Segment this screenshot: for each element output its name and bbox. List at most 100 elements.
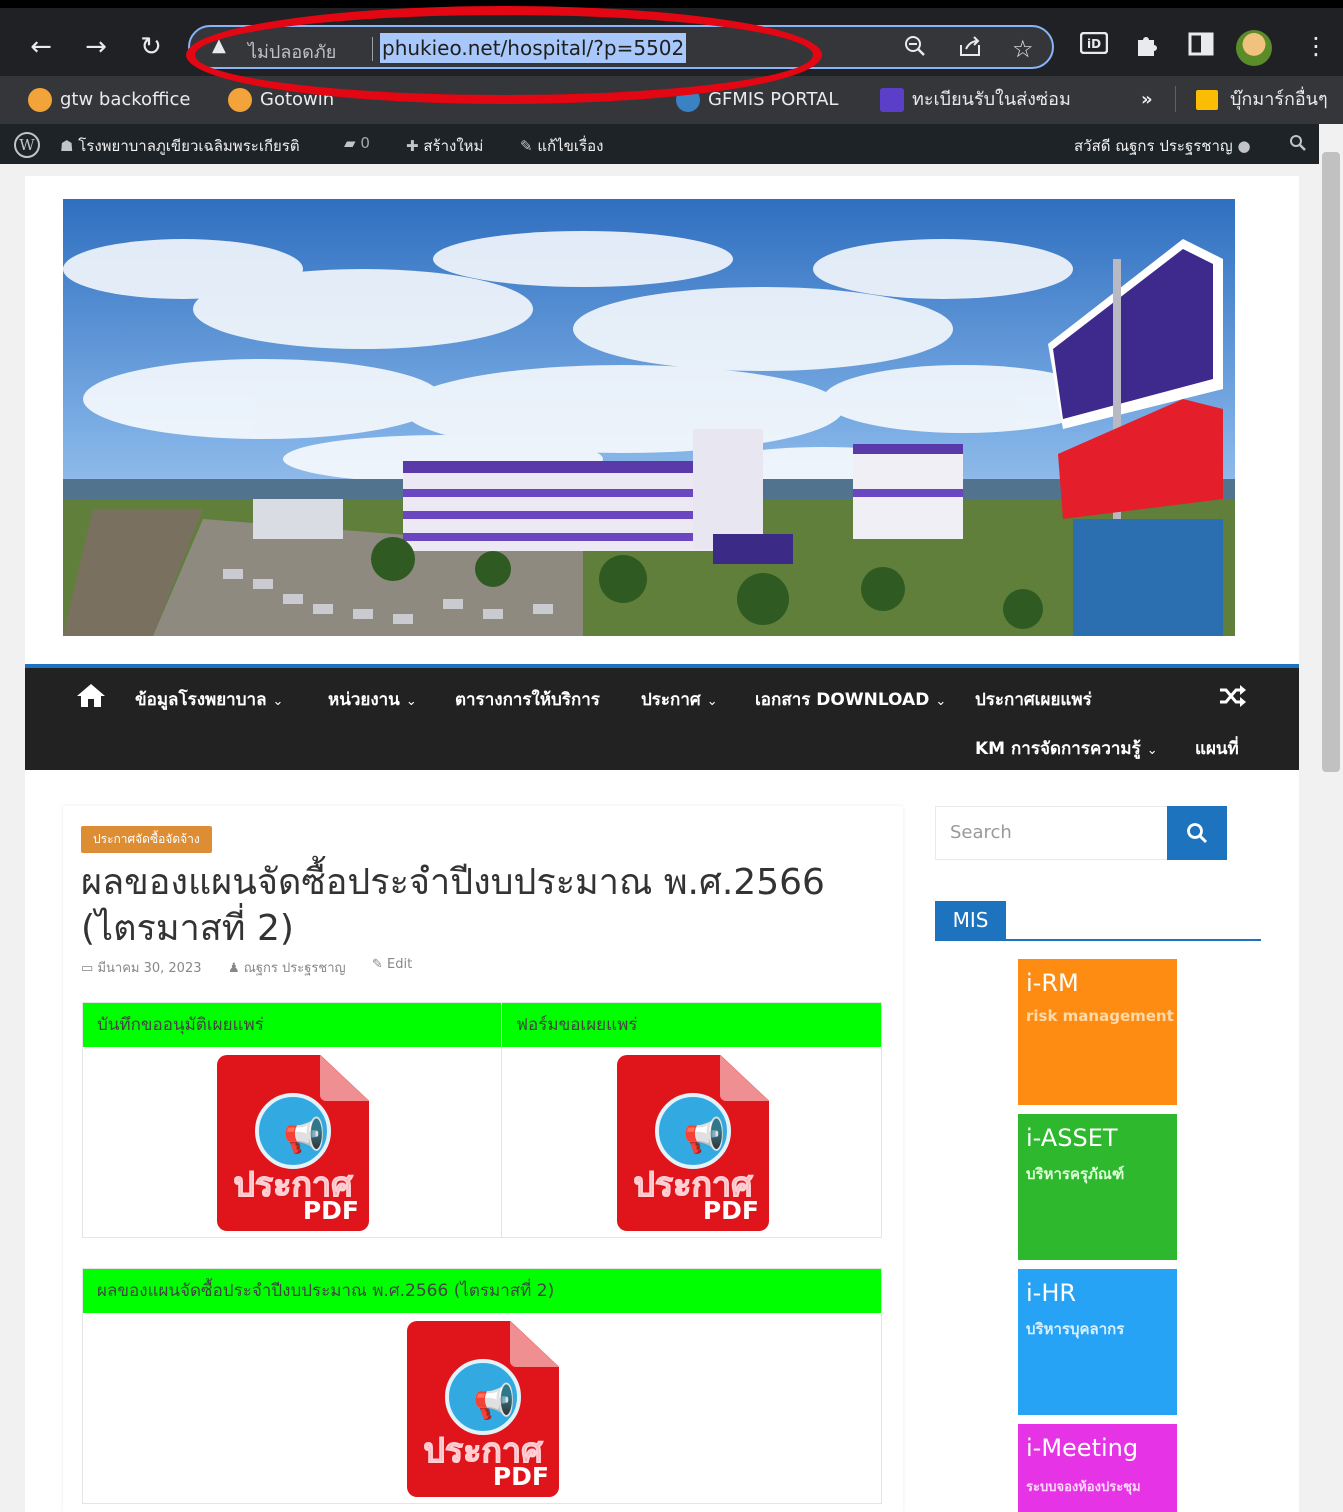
nav-item-map[interactable]: แผนที่	[1195, 735, 1239, 762]
wp-edit-post-link[interactable]: ✎ แก้ไขเรื่อง	[520, 134, 603, 158]
nav-label: หน่วยงาน	[328, 690, 400, 710]
goto-icon	[28, 88, 52, 112]
user-icon: ♟	[228, 961, 240, 976]
bookmarks-more-button[interactable]: »	[1141, 87, 1153, 113]
tile-i-rm[interactable]: i-RM risk management	[1018, 959, 1177, 1105]
reload-icon[interactable]: ↻	[134, 30, 168, 64]
search-button[interactable]	[1167, 806, 1227, 860]
edit-label: แก้ไขเรื่อง	[537, 137, 604, 155]
nav-item-service-schedule[interactable]: ตารางการให้บริการ	[455, 686, 600, 713]
chevron-down-icon: ⌄	[272, 694, 284, 709]
profile-avatar[interactable]	[1236, 30, 1272, 66]
tile-subtitle: ระบบจองห้องประชุม	[1026, 1480, 1141, 1495]
tile-i-meeting[interactable]: i-Meeting ระบบจองห้องประชุม	[1018, 1424, 1177, 1512]
bookmark-gtw-backoffice[interactable]: gtw backoffice	[28, 87, 190, 113]
pdf-download-link[interactable]: 📢 ประกาศ PDF	[617, 1055, 769, 1231]
security-label[interactable]: ไม่ปลอดภัย	[248, 37, 336, 66]
nav-item-publications[interactable]: ประกาศเผยแพร่	[975, 686, 1092, 713]
zoom-icon[interactable]	[904, 35, 926, 63]
table-header-publish-form: ฟอร์มขอเผยแพร่	[502, 1003, 881, 1047]
tile-i-hr[interactable]: i-HR บริหารบุคลากร	[1018, 1269, 1177, 1415]
tile-name: i-ASSET	[1026, 1124, 1118, 1152]
user-icon: ●	[1237, 137, 1251, 155]
bookmark-label: GFMIS PORTAL	[708, 89, 839, 110]
wp-site-name-link[interactable]: ☗ โรงพยาบาลภูเขียวเฉลิมพระเกียรติ	[60, 134, 300, 158]
nav-label: KM การจัดการความรู้	[975, 739, 1141, 759]
table-divider	[501, 1003, 502, 1237]
pdf-icon-label: PDF	[302, 1196, 359, 1225]
nav-item-departments[interactable]: หน่วยงาน ⌄	[328, 686, 417, 713]
random-post-icon[interactable]	[1218, 684, 1246, 713]
puzzle-icon[interactable]	[1134, 32, 1160, 64]
edit-icon: ✎	[372, 957, 383, 972]
nav-label: ข้อมูลโรงพยาบาล	[135, 690, 267, 710]
wp-comments-link[interactable]: ▰ 0	[344, 134, 370, 152]
category-badge[interactable]: ประกาศจัดซื้อจัดจ้าง	[81, 826, 212, 853]
calendar-icon: ▭	[81, 961, 94, 976]
share-icon[interactable]	[958, 35, 982, 63]
bookmark-gfmis-portal[interactable]: GFMIS PORTAL	[676, 87, 838, 113]
page-scrollbar-thumb[interactable]	[1322, 152, 1340, 772]
bookmark-gotowin[interactable]: Gotowin	[228, 87, 334, 113]
bookmark-label: gtw backoffice	[60, 89, 191, 110]
pdf-icon-label: PDF	[492, 1462, 549, 1491]
post-date[interactable]: ▭ มีนาคม 30, 2023	[81, 957, 201, 978]
menu-icon[interactable]: ⋮	[1304, 32, 1328, 60]
header-image	[63, 199, 1235, 636]
nav-label: แผนที่	[1195, 739, 1239, 759]
nav-item-hospital-info[interactable]: ข้อมูลโรงพยาบาล ⌄	[135, 686, 283, 713]
back-arrow-icon[interactable]: ←	[24, 30, 58, 64]
id-extension-icon[interactable]: iD	[1079, 31, 1109, 60]
nav-label: ตารางการให้บริการ	[455, 690, 600, 710]
bookmark-label: Gotowin	[260, 89, 335, 110]
home-icon[interactable]	[75, 682, 107, 715]
bookmark-repair-register[interactable]: ทะเบียนรับในส่งซ่อม	[880, 87, 1071, 113]
post-author-text: ณฐกร ประฐรชาญ	[243, 961, 346, 976]
pdf-icon-label: PDF	[702, 1196, 759, 1225]
table-header-procurement-result: ผลของแผนจัดซื้อประจำปีงบประมาณ พ.ศ.2566 …	[83, 1269, 881, 1313]
pdf-download-link[interactable]: 📢 ประกาศ PDF	[407, 1321, 559, 1497]
star-icon[interactable]: ☆	[1012, 35, 1034, 63]
bookmarks-separator	[1175, 86, 1176, 112]
url-text[interactable]: phukieo.net/hospital/?p=5502	[380, 33, 687, 63]
folder-icon	[1196, 90, 1218, 110]
nav-item-downloads[interactable]: เอกสาร DOWNLOAD ⌄	[755, 686, 946, 713]
chevron-down-icon: ⌄	[935, 694, 947, 709]
nav-item-announcements[interactable]: ประกาศ ⌄	[641, 686, 718, 713]
warning-icon[interactable]: ▲	[212, 35, 226, 56]
post-edit-link[interactable]: ✎ Edit	[372, 957, 412, 972]
megaphone-icon: 📢	[473, 1382, 516, 1422]
forward-arrow-icon[interactable]: →	[79, 30, 113, 64]
tile-subtitle: บริหารบุคลากร	[1026, 1320, 1125, 1338]
bookmark-label: ทะเบียนรับในส่งซ่อม	[912, 89, 1071, 110]
chevron-down-icon: ⌄	[1146, 743, 1158, 758]
post-author[interactable]: ♟ ณฐกร ประฐรชาญ	[228, 957, 346, 978]
nav-label: ประกาศเผยแพร่	[975, 690, 1092, 710]
wp-new-content-link[interactable]: ✚ สร้างใหม่	[406, 134, 483, 158]
wordpress-logo-icon[interactable]: W	[14, 132, 40, 158]
address-bar[interactable]: ▲ ไม่ปลอดภัย phukieo.net/hospital/?p=550…	[188, 25, 1054, 69]
wp-search-icon[interactable]	[1289, 134, 1307, 156]
search-icon	[1187, 823, 1208, 844]
greeting-label: สวัสดี ณฐกร ประฐรชาญ	[1074, 137, 1233, 155]
table-header-approval-memo: บันทึกขออนุมัติเผยแพร่	[83, 1003, 501, 1047]
tile-name: i-Meeting	[1026, 1434, 1139, 1462]
tile-i-asset[interactable]: i-ASSET บริหารครุภัณฑ์	[1018, 1114, 1177, 1260]
chevron-down-icon: ⌄	[405, 694, 417, 709]
nav-item-km[interactable]: KM การจัดการความรู้ ⌄	[975, 735, 1158, 762]
sidepanel-icon[interactable]	[1188, 32, 1214, 62]
chevron-down-icon: ⌄	[706, 694, 718, 709]
bookmarks-bar: gtw backoffice Gotowin GFMIS PORTAL ทะเบ…	[0, 76, 1343, 124]
tab-strip	[0, 0, 1343, 8]
wp-my-account-link[interactable]: สวัสดี ณฐกร ประฐรชาญ ●	[1074, 134, 1251, 158]
goto-icon	[228, 88, 252, 112]
nav-label: เอกสาร DOWNLOAD	[755, 690, 930, 710]
svg-text:iD: iD	[1087, 37, 1101, 51]
other-bookmarks-folder[interactable]: บุ๊กมาร์กอื่นๆ	[1196, 87, 1328, 113]
browser-toolbar: ← → ↻ ▲ ไม่ปลอดภัย phukieo.net/hospital/…	[0, 0, 1343, 104]
search-input[interactable]: Search	[935, 806, 1168, 860]
tile-subtitle: risk management	[1026, 1007, 1174, 1025]
comments-count: 0	[360, 134, 370, 152]
pdf-download-link[interactable]: 📢 ประกาศ PDF	[217, 1055, 369, 1231]
plus-icon: ✚	[406, 137, 419, 155]
